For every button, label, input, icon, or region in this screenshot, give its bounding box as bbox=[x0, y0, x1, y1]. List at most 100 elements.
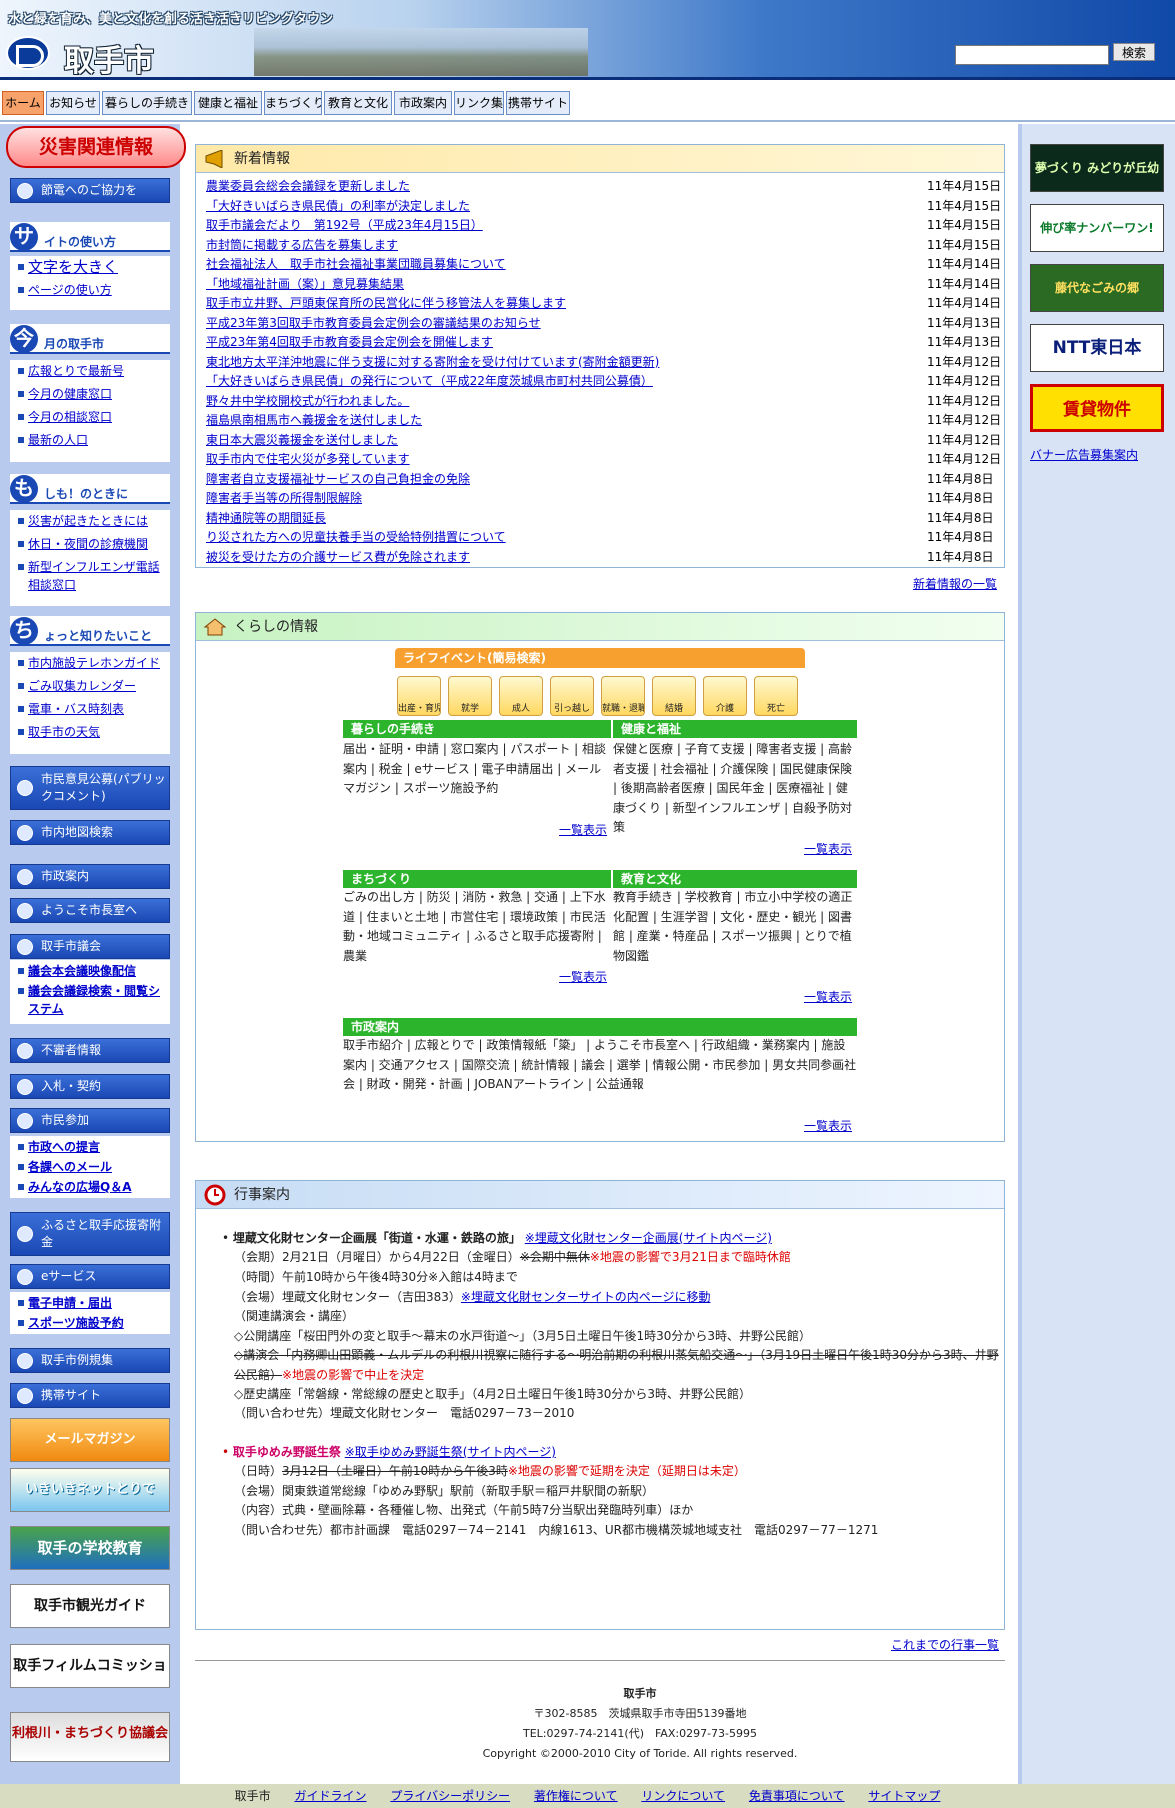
footer-privacy-link[interactable]: プライバシーポリシー bbox=[390, 1789, 510, 1803]
event-1-venue-link[interactable]: ※埋蔵文化財センターサイトの内ページに移動 bbox=[461, 1290, 711, 1304]
event-1-link[interactable]: ※埋蔵文化財センター企画展(サイト内ページ) bbox=[525, 1231, 772, 1245]
news-more-link[interactable]: 新着情報の一覧 bbox=[913, 575, 997, 592]
news-item-link[interactable]: 取手市議会だより 第192号（平成23年4月15日） bbox=[206, 218, 483, 232]
pubcom-button[interactable]: 市民意見公募(パブリックコメント) bbox=[10, 766, 170, 810]
eservice-button[interactable]: eサービス bbox=[10, 1264, 170, 1289]
news-item-link[interactable]: 「大好きいばらき県民債」の利率が決定しました bbox=[206, 199, 470, 213]
life-event-button[interactable]: 死亡 bbox=[754, 676, 798, 716]
right-banner-3[interactable]: 藤代なごみの郷 bbox=[1030, 264, 1164, 312]
life-event-button[interactable]: 就職・退職 bbox=[601, 676, 645, 716]
sanka-link-1[interactable]: 市政への提言 bbox=[16, 1138, 164, 1156]
news-item-link[interactable]: り災された方への児童扶養手当の受給特例措置について bbox=[206, 530, 506, 544]
life-event-button[interactable]: 介護 bbox=[703, 676, 747, 716]
search-input[interactable] bbox=[955, 45, 1109, 65]
kenko-links[interactable]: 保健と医療 | 子育て支援 | 障害者支援 | 高齢者支援 | 社会福祉 | 介… bbox=[613, 740, 857, 838]
news-item-link[interactable]: 市封筒に掲載する広告を募集します bbox=[206, 238, 398, 252]
city-name[interactable]: 取手市 bbox=[64, 36, 154, 80]
banner-tourism[interactable]: 取手市観光ガイド bbox=[10, 1584, 170, 1628]
footer-disclaimer-link[interactable]: 免責事項について bbox=[749, 1789, 845, 1803]
banner-ad-link[interactable]: バナー広告募集案内 bbox=[1030, 446, 1138, 463]
news-item-link[interactable]: 農業委員会総会会議録を更新しました bbox=[206, 179, 410, 193]
tab-kyoiku[interactable]: 教育と文化 bbox=[324, 91, 392, 115]
news-item-link[interactable]: 野々井中学校開校式が行われました。 bbox=[206, 394, 409, 408]
news-item-link[interactable]: 「大好きいばらき県民債」の発行について（平成22年度茨城県市町村共同公募債） bbox=[206, 374, 653, 388]
info-link-2[interactable]: ごみ収集カレンダー bbox=[16, 677, 164, 695]
text-size-link[interactable]: 文字を大きく bbox=[16, 258, 164, 276]
tab-kurashi[interactable]: 暮らしの手続き bbox=[102, 91, 192, 115]
tab-mobile[interactable]: 携帯サイト bbox=[506, 91, 570, 115]
emg-link-2[interactable]: 休日・夜間の診療機関 bbox=[16, 535, 164, 553]
news-item-link[interactable]: 障害者手当等の所得制限解除 bbox=[206, 491, 362, 505]
map-button[interactable]: 市内地図検索 bbox=[10, 820, 170, 845]
news-item-link[interactable]: 社会福祉法人 取手市社会福祉事業団職員募集について bbox=[206, 257, 506, 271]
gikai-search-link[interactable]: 議会会議録検索・閲覧システム bbox=[16, 982, 164, 1018]
right-banner-5[interactable]: 賃貸物件 bbox=[1030, 384, 1164, 432]
tab-shisei[interactable]: 市政案内 bbox=[394, 91, 452, 115]
emg-link-3[interactable]: 新型インフルエンザ電話相談窓口 bbox=[16, 558, 164, 594]
footer-guideline-link[interactable]: ガイドライン bbox=[294, 1789, 366, 1803]
life-event-button[interactable]: 成人 bbox=[499, 676, 543, 716]
banner-school[interactable]: 取手の学校教育 bbox=[10, 1526, 170, 1570]
kurashi-more[interactable]: 一覧表示 bbox=[559, 821, 607, 838]
kurashi-links[interactable]: 届出・証明・申請 | 窓口案内 | パスポート | 相談案内 | 税金 | eサ… bbox=[343, 740, 611, 799]
life-event-button[interactable]: 結婚 bbox=[652, 676, 696, 716]
fushin-button[interactable]: 不審者情報 bbox=[10, 1038, 170, 1063]
kenko-more[interactable]: 一覧表示 bbox=[804, 840, 852, 857]
news-item-link[interactable]: 福島県南相馬市へ義援金を送付しました bbox=[206, 413, 422, 427]
machi-more[interactable]: 一覧表示 bbox=[559, 968, 607, 985]
info-link-1[interactable]: 市内施設テレホンガイド bbox=[16, 654, 164, 672]
furusato-button[interactable]: ふるさと取手応援寄附金 bbox=[10, 1212, 170, 1256]
shisei-button[interactable]: 市政案内 bbox=[10, 864, 170, 889]
news-item-link[interactable]: 障害者自立支援福祉サービスの自己負担金の免除 bbox=[206, 472, 470, 486]
news-item-link[interactable]: 被災を受けた方の介護サービス費が免除されます bbox=[206, 550, 470, 564]
footer-copyright-link[interactable]: 著作権について bbox=[534, 1789, 618, 1803]
news-item-link[interactable]: 「地域福祉計画（案）」意見募集結果 bbox=[206, 277, 404, 291]
emg-link-1[interactable]: 災害が起きたときには bbox=[16, 512, 164, 530]
gikai-video-link[interactable]: 議会本会議映像配信 bbox=[16, 962, 164, 980]
kyoiku-more[interactable]: 一覧表示 bbox=[804, 988, 852, 1005]
eservice-link-1[interactable]: 電子申請・届出 bbox=[16, 1294, 164, 1312]
tab-machi[interactable]: まちづくり bbox=[264, 91, 322, 115]
news-item-link[interactable]: 取手市立井野、戸頭東保育所の民営化に伴う移管法人を募集します bbox=[206, 296, 566, 310]
footer-linking-link[interactable]: リンクについて bbox=[641, 1789, 725, 1803]
city-logo-icon[interactable] bbox=[6, 36, 50, 70]
event-more-link[interactable]: これまでの行事一覧 bbox=[891, 1636, 999, 1653]
mayor-button[interactable]: ようこそ市長室へ bbox=[10, 898, 170, 923]
kyoiku-links[interactable]: 教育手続き | 学校教育 | 市立小中学校の適正化配置 | 生涯学習 | 文化・… bbox=[613, 888, 857, 966]
nyusatsu-button[interactable]: 入札・契約 bbox=[10, 1074, 170, 1099]
eservice-link-2[interactable]: スポーツ施設予約 bbox=[16, 1314, 164, 1332]
sanka-link-2[interactable]: 各課へのメール bbox=[16, 1158, 164, 1176]
right-banner-4[interactable]: NTT東日本 bbox=[1030, 324, 1164, 372]
tab-news[interactable]: お知らせ bbox=[46, 91, 100, 115]
right-banner-2[interactable]: 伸び率ナンバーワン! bbox=[1030, 204, 1164, 252]
banner-mailmagazine[interactable]: メールマガジン bbox=[10, 1418, 170, 1462]
gikai-button[interactable]: 取手市議会 bbox=[10, 934, 170, 959]
news-item-link[interactable]: 東日本大震災義援金を送付しました bbox=[206, 433, 398, 447]
month-link-1[interactable]: 広報とりで最新号 bbox=[16, 362, 164, 380]
sanka-link-3[interactable]: みんなの広場Q＆A bbox=[16, 1178, 164, 1196]
keitai-button[interactable]: 携帯サイト bbox=[10, 1383, 170, 1408]
month-link-2[interactable]: 今月の健康窓口 bbox=[16, 385, 164, 403]
life-event-button[interactable]: 出産・育児 bbox=[397, 676, 441, 716]
life-event-button[interactable]: 引っ越し bbox=[550, 676, 594, 716]
info-link-3[interactable]: 電車・バス時刻表 bbox=[16, 700, 164, 718]
shisei-links[interactable]: 取手市紹介 | 広報とりで | 政策情報紙「簗」 | ようこそ市長室へ | 行政… bbox=[343, 1036, 857, 1095]
tab-links[interactable]: リンク集 bbox=[454, 91, 504, 115]
sanka-button[interactable]: 市民参加 bbox=[10, 1108, 170, 1133]
tab-kenko[interactable]: 健康と福祉 bbox=[194, 91, 262, 115]
reiki-button[interactable]: 取手市例規集 bbox=[10, 1348, 170, 1373]
disaster-info-button[interactable]: 災害関連情報 bbox=[6, 126, 186, 168]
shisei-more[interactable]: 一覧表示 bbox=[804, 1117, 852, 1134]
month-link-3[interactable]: 今月の相談窓口 bbox=[16, 408, 164, 426]
news-item-link[interactable]: 平成23年第4回取手市教育委員会定例会を開催します bbox=[206, 335, 493, 349]
page-usage-link[interactable]: ページの使い方 bbox=[16, 281, 164, 299]
tab-home[interactable]: ホーム bbox=[2, 91, 44, 115]
info-link-4[interactable]: 取手市の天気 bbox=[16, 723, 164, 741]
right-banner-1[interactable]: 夢づくり みどりが丘幼稚園 bbox=[1030, 144, 1164, 192]
news-item-link[interactable]: 取手市内で住宅火災が多発しています bbox=[206, 452, 410, 466]
setsuden-button[interactable]: 節電へのご協力を bbox=[10, 178, 170, 203]
footer-sitemap-link[interactable]: サイトマップ bbox=[868, 1789, 940, 1803]
life-event-button[interactable]: 就学 bbox=[448, 676, 492, 716]
banner-tonegawa[interactable]: 利根川・まちづくり協議会 bbox=[10, 1712, 170, 1762]
news-item-link[interactable]: 精神通院等の期間延長 bbox=[206, 511, 326, 525]
